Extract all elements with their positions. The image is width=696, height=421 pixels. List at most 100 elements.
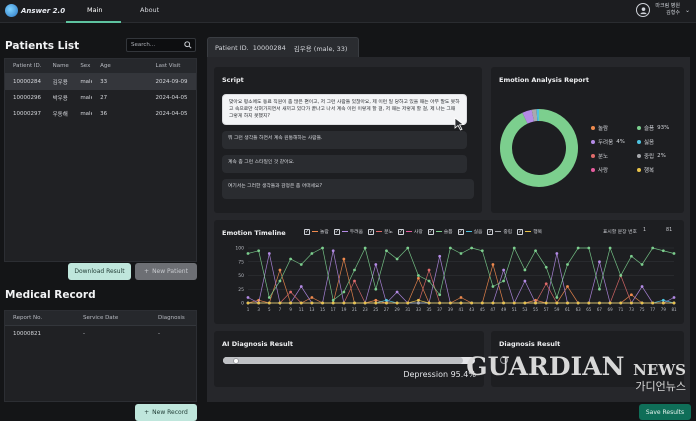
data-point[interactable]	[630, 293, 633, 297]
user-menu[interactable]: 마크림 병원 김형수 ⌄	[636, 3, 690, 17]
data-point[interactable]	[544, 282, 548, 286]
table-row[interactable]: 10000297 우동해 male 36 2024-04-05	[5, 106, 196, 122]
data-point[interactable]	[544, 301, 548, 305]
data-point[interactable]	[630, 254, 633, 258]
data-point[interactable]	[331, 301, 335, 305]
data-point[interactable]	[459, 301, 463, 305]
data-point[interactable]	[512, 246, 516, 250]
data-point[interactable]	[395, 257, 399, 261]
script-message[interactable]: 뭐 그런 생각들 하면서 계속 원통해하는 사람들.	[222, 131, 467, 149]
data-point[interactable]	[502, 279, 505, 283]
table-row[interactable]: 10000296 박우용 male 27 2024-04-05	[5, 90, 196, 106]
data-point[interactable]	[598, 287, 601, 291]
data-point[interactable]	[619, 301, 623, 305]
data-point[interactable]	[363, 246, 367, 250]
data-point[interactable]	[587, 246, 591, 250]
data-point[interactable]	[246, 301, 250, 305]
data-point[interactable]	[672, 301, 676, 305]
data-point[interactable]	[555, 252, 559, 255]
data-point[interactable]	[385, 249, 388, 253]
data-point[interactable]	[299, 285, 303, 288]
table-row[interactable]: 10000284 김우용 male 33 2024-09-09	[5, 74, 196, 90]
data-point[interactable]	[480, 301, 484, 305]
data-point[interactable]	[598, 260, 601, 264]
data-point[interactable]	[342, 257, 346, 261]
data-point[interactable]	[587, 301, 591, 305]
data-point[interactable]	[406, 301, 410, 305]
data-point[interactable]	[417, 276, 420, 280]
data-point[interactable]	[480, 249, 484, 253]
data-point[interactable]	[427, 268, 431, 272]
data-point[interactable]	[470, 301, 474, 305]
data-point[interactable]	[459, 296, 463, 299]
data-point[interactable]	[278, 279, 282, 283]
data-point[interactable]	[566, 285, 569, 288]
data-point[interactable]	[289, 290, 292, 294]
new-patient-button[interactable]: + New Patient	[135, 263, 197, 280]
new-record-button[interactable]: + New Record	[135, 404, 197, 421]
data-point[interactable]	[299, 301, 303, 305]
data-point[interactable]	[310, 296, 314, 299]
data-point[interactable]	[395, 301, 399, 305]
data-point[interactable]	[491, 285, 495, 288]
data-point[interactable]	[289, 257, 292, 261]
app-logo[interactable]: Answer 2.0	[5, 4, 65, 17]
data-point[interactable]	[523, 279, 527, 283]
script-message[interactable]: 계속 좀 그런 스타일인 것 같아요.	[222, 155, 467, 173]
data-point[interactable]	[342, 301, 346, 305]
data-point[interactable]	[363, 301, 367, 305]
data-point[interactable]	[640, 301, 644, 305]
data-point[interactable]	[406, 246, 410, 250]
data-point[interactable]	[427, 301, 431, 305]
data-point[interactable]	[246, 252, 250, 255]
data-point[interactable]	[374, 287, 378, 291]
data-point[interactable]	[374, 301, 378, 305]
data-point[interactable]	[661, 298, 665, 302]
data-point[interactable]	[576, 301, 580, 305]
download-result-button[interactable]: Download Result	[68, 263, 131, 280]
data-point[interactable]	[661, 249, 665, 253]
data-point[interactable]	[438, 254, 442, 258]
data-point[interactable]	[299, 263, 303, 266]
data-point[interactable]	[385, 301, 388, 305]
data-point[interactable]	[385, 298, 388, 302]
data-point[interactable]	[566, 263, 569, 266]
search-icon[interactable]	[184, 41, 192, 49]
data-point[interactable]	[257, 249, 261, 253]
table-row[interactable]: 10000821 - -	[5, 326, 196, 342]
data-point[interactable]	[534, 301, 537, 305]
data-point[interactable]	[246, 296, 250, 299]
data-point[interactable]	[672, 252, 676, 255]
data-point[interactable]	[651, 301, 655, 305]
data-point[interactable]	[417, 274, 420, 277]
script-message[interactable]: 맞아요 평소에도 동료 직원이 좀 많은 편이고, 저 그런 사람들 있잖아요,…	[222, 94, 467, 125]
data-point[interactable]	[512, 301, 516, 305]
data-point[interactable]	[310, 252, 314, 255]
data-point[interactable]	[374, 263, 378, 266]
data-point[interactable]	[534, 249, 537, 253]
data-point[interactable]	[321, 301, 324, 305]
data-point[interactable]	[651, 246, 655, 250]
nav-tab-about[interactable]: About	[140, 6, 159, 14]
data-point[interactable]	[278, 268, 282, 272]
data-point[interactable]	[417, 301, 420, 305]
data-point[interactable]	[630, 301, 633, 305]
data-point[interactable]	[331, 298, 335, 302]
data-point[interactable]	[353, 279, 356, 283]
data-point[interactable]	[608, 246, 612, 250]
data-point[interactable]	[619, 274, 623, 277]
data-point[interactable]	[491, 263, 495, 266]
data-point[interactable]	[523, 301, 527, 305]
data-point[interactable]	[395, 290, 399, 294]
data-point[interactable]	[310, 301, 314, 305]
data-point[interactable]	[576, 246, 580, 250]
data-point[interactable]	[470, 246, 474, 250]
data-point[interactable]	[342, 290, 346, 294]
patient-tab[interactable]: Patient ID. 10000284 김우용 (male, 33)	[207, 37, 359, 57]
data-point[interactable]	[267, 296, 271, 299]
data-point[interactable]	[459, 252, 463, 255]
data-point[interactable]	[555, 301, 559, 305]
data-point[interactable]	[672, 296, 676, 299]
data-point[interactable]	[257, 301, 261, 305]
data-point[interactable]	[374, 298, 378, 302]
